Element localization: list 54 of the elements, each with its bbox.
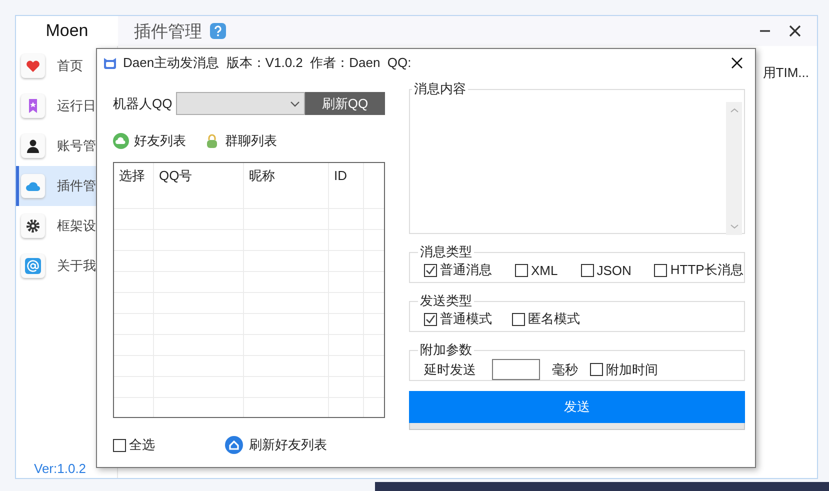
home-icon: [225, 436, 243, 454]
checkbox[interactable]: [654, 264, 668, 276]
app-name: Moen: [16, 16, 118, 46]
checkbox[interactable]: [424, 264, 437, 276]
column-header: ID: [329, 163, 364, 188]
lock-icon: [204, 133, 220, 149]
checkbox-label[interactable]: JSON: [596, 262, 632, 278]
sidebar-item[interactable]: 框架设: [16, 206, 117, 246]
checkbox-label[interactable]: XML: [531, 262, 558, 278]
list-tab[interactable]: 群聊列表: [204, 132, 277, 150]
column-header: 昵称: [244, 163, 329, 188]
group-title: 发送类型: [419, 292, 473, 310]
at-icon: [21, 254, 45, 278]
column-header: QQ号: [154, 163, 244, 188]
bookmark-icon: [21, 94, 45, 118]
close-icon[interactable]: [789, 25, 801, 37]
close-button[interactable]: [729, 54, 745, 70]
message-content-field[interactable]: 消息内容: [409, 80, 745, 234]
checkbox[interactable]: [515, 264, 528, 276]
group-title: 消息内容: [413, 80, 467, 98]
send-button[interactable]: 发送: [409, 391, 745, 423]
chevron-down-icon[interactable]: [290, 100, 300, 106]
version-text: Ver:1.0.2: [34, 461, 88, 476]
group-title: 消息类型: [419, 243, 473, 261]
refresh-friends-button[interactable]: 刷新好友列表: [225, 436, 327, 454]
cloud-icon: [113, 133, 129, 149]
checkbox[interactable]: [424, 312, 437, 326]
dialog-title: Daen主动发消息 版本：V1.0.2 作者：Daen QQ:: [123, 54, 412, 72]
checkbox-label[interactable]: HTTP长消息: [670, 261, 744, 279]
field-label: 延时发送: [424, 360, 476, 378]
page-title: 插件管理: [134, 20, 202, 42]
cat-icon: [103, 56, 117, 70]
list-text: 用TIM...: [762, 64, 809, 80]
refresh-qq-button[interactable]: 刷新QQ: [305, 92, 385, 115]
group-title: 附加参数: [419, 341, 473, 359]
sidebar-item[interactable]: 首页: [16, 46, 117, 86]
checkbox[interactable]: [113, 438, 126, 452]
field-label: 机器人QQ: [113, 94, 174, 112]
sidebar-item[interactable]: 关于我: [16, 246, 117, 286]
person-icon: [21, 134, 45, 158]
checkbox[interactable]: [590, 363, 603, 376]
checkbox-label[interactable]: 普通消息: [440, 261, 492, 279]
delay-input[interactable]: [492, 359, 540, 380]
checkbox-label[interactable]: 匿名模式: [528, 310, 580, 328]
unit-label: 毫秒: [552, 360, 578, 378]
column-header: 选择: [114, 163, 154, 188]
checkbox-label[interactable]: 附加时间: [606, 360, 658, 378]
checkbox-label[interactable]: 全选: [129, 436, 155, 454]
checkbox-label[interactable]: 普通模式: [440, 310, 492, 328]
checkbox[interactable]: [512, 312, 525, 326]
cloud-icon: [21, 174, 45, 198]
help-icon[interactable]: [210, 23, 226, 39]
checkbox[interactable]: [580, 264, 594, 276]
gear-icon: [21, 214, 45, 238]
